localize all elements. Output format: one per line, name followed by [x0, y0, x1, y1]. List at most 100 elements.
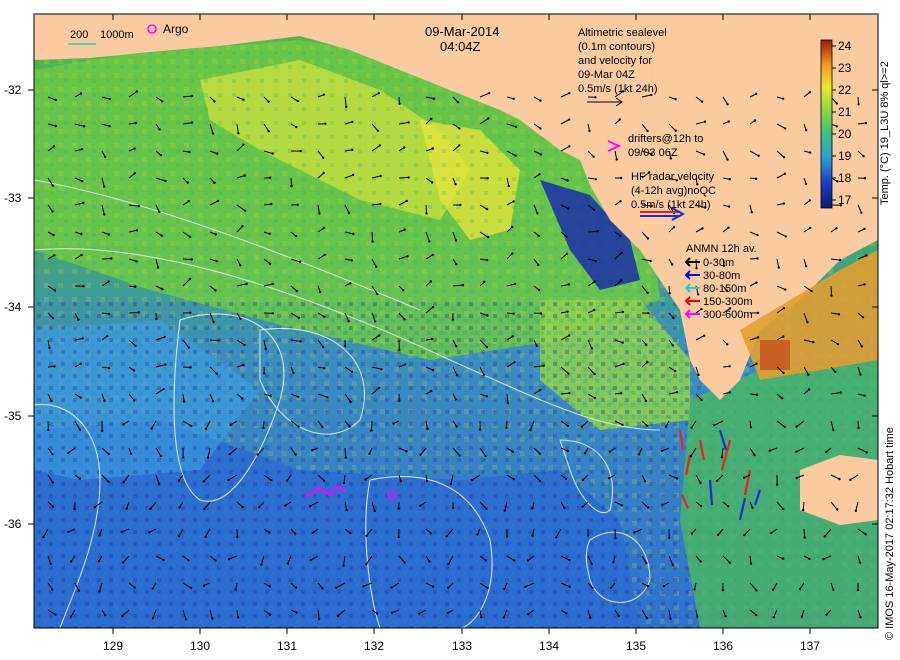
velocity-arrow-head	[296, 395, 300, 398]
velocity-arrow-head	[455, 263, 458, 266]
velocity-arrow-head	[264, 347, 267, 350]
velocity-arrow-head	[268, 262, 272, 265]
velocity-arrow-head	[241, 397, 244, 400]
velocity-arrow-head	[505, 535, 509, 538]
velocity-arrow-head	[236, 535, 239, 539]
velocity-arrow-head	[295, 289, 298, 293]
velocity-arrow-head	[514, 125, 518, 128]
velocity-arrow-head	[243, 174, 246, 177]
velocity-arrow-head	[93, 506, 97, 509]
velocity-arrow-head	[674, 98, 677, 101]
velocity-arrow-head	[529, 428, 532, 432]
velocity-arrow-head	[349, 282, 352, 285]
velocity-arrow-head	[295, 125, 298, 129]
velocity-arrow-head	[378, 334, 381, 337]
velocity-arrow-head	[675, 477, 679, 480]
velocity-arrow-head	[798, 587, 802, 591]
velocity-arrow-head	[270, 479, 273, 482]
velocity-arrow-head	[42, 535, 45, 539]
velocity-arrow-head	[351, 120, 354, 124]
velocity-arrow-head	[268, 585, 271, 588]
velocity-arrow-head	[488, 92, 491, 95]
velocity-arrow-head	[702, 153, 706, 156]
velocity-arrow-head	[727, 205, 731, 208]
velocity-arrow-head	[476, 533, 479, 536]
velocity-arrow-head	[431, 368, 435, 372]
velocity-arrow-head	[863, 177, 867, 180]
velocity-arrow-head	[368, 452, 371, 455]
velocity-arrow-head	[647, 311, 650, 315]
velocity-arrow-head	[211, 399, 215, 403]
velocity-arrow-head	[158, 128, 161, 131]
velocity-arrow-head	[271, 152, 274, 155]
velocity-arrow-head	[48, 346, 51, 350]
velocity-arrow-head	[419, 504, 422, 508]
velocity-arrow-head	[660, 449, 664, 453]
velocity-arrow-head	[857, 103, 860, 106]
velocity-arrow-head	[727, 120, 730, 123]
velocity-arrow-head	[485, 345, 488, 349]
velocity-arrow-head	[645, 561, 648, 565]
velocity-arrow-head	[858, 561, 862, 564]
velocity-arrow-head	[79, 396, 82, 399]
velocity-arrow-head	[447, 562, 450, 566]
altimetry-line-3: and velocity for	[578, 55, 652, 67]
anmn-title: ANMN 12h av.	[686, 243, 757, 255]
velocity-arrow-head	[82, 285, 85, 288]
velocity-arrow-head	[633, 531, 636, 534]
velocity-arrow-head	[727, 505, 730, 508]
velocity-arrow-head	[234, 588, 237, 591]
time-label: 04:04Z	[440, 39, 481, 54]
velocity-arrow-head	[693, 588, 696, 591]
velocity-arrow-head	[536, 212, 539, 215]
velocity-arrow-head	[212, 321, 215, 324]
velocity-arrow-head	[619, 200, 622, 203]
velocity-arrow-head	[296, 99, 299, 103]
lon-tick-label: 133	[452, 639, 472, 653]
velocity-arrow-head	[503, 509, 506, 512]
velocity-arrow-head	[480, 615, 483, 619]
velocity-arrow-head	[215, 372, 218, 375]
colorbar-tick-label: 23	[838, 61, 852, 75]
velocity-arrow-head	[392, 422, 395, 425]
velocity-arrow-head	[689, 455, 693, 458]
anmn-legend-label: 0-30m	[703, 257, 734, 269]
velocity-arrow-head	[511, 252, 514, 255]
velocity-arrow-head	[151, 587, 154, 590]
velocity-arrow-head	[431, 253, 434, 257]
velocity-arrow-head	[538, 173, 541, 176]
velocity-arrow-head	[486, 151, 489, 155]
velocity-arrow	[425, 204, 427, 214]
velocity-arrow-head	[406, 255, 409, 258]
velocity-arrow-head	[51, 481, 55, 484]
velocity-arrow-head	[204, 535, 207, 539]
velocity-arrow	[695, 258, 697, 269]
velocity-arrow	[370, 420, 373, 431]
velocity-arrow-head	[812, 341, 815, 344]
velocity-arrow-head	[749, 426, 753, 429]
velocity-arrow-head	[586, 534, 590, 537]
velocity-arrow-head	[190, 424, 193, 428]
velocity-arrow-head	[755, 393, 759, 396]
velocity-arrow-head	[700, 100, 704, 103]
velocity-arrow-head	[567, 372, 570, 375]
velocity-arrow-head	[461, 283, 465, 287]
velocity-arrow	[128, 312, 139, 314]
velocity-arrow-head	[49, 562, 52, 566]
velocity-arrow-head	[321, 425, 324, 429]
velocity-arrow-head	[97, 560, 101, 563]
velocity-arrow	[290, 177, 292, 187]
velocity-arrow-head	[321, 587, 324, 590]
velocity-arrow-head	[137, 204, 140, 208]
velocity-arrow-head	[269, 394, 272, 397]
velocity-arrow-head	[135, 90, 138, 93]
velocity-arrow-head	[832, 588, 835, 591]
velocity-arrow-head	[646, 291, 649, 294]
velocity-arrow-head	[177, 479, 181, 482]
velocity-arrow-head	[526, 559, 530, 562]
velocity-arrow-head	[311, 449, 314, 452]
velocity-arrow-head	[322, 171, 325, 175]
velocity-arrow-head	[348, 425, 351, 428]
velocity-arrow-head	[133, 172, 136, 175]
velocity-arrow-head	[860, 211, 863, 214]
